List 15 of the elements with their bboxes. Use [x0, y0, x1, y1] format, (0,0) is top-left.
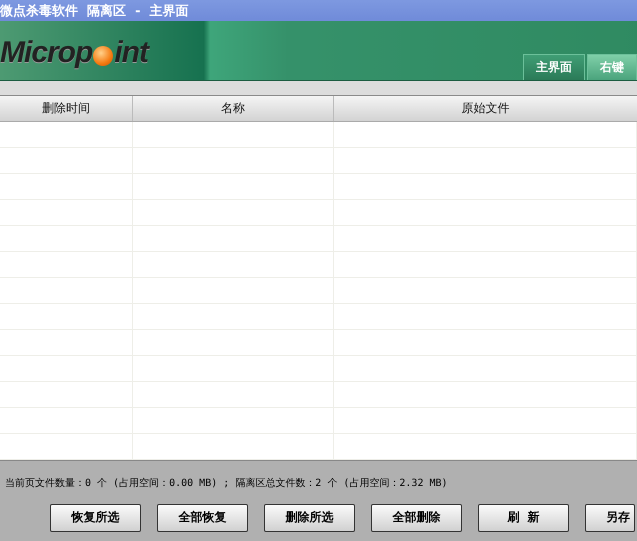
action-button[interactable]: 刷 新	[478, 504, 569, 532]
logo-text: int	[114, 36, 148, 70]
action-button[interactable]: 另存	[585, 504, 635, 532]
status-text: 当前页文件数量：0 个 (占用空间：0.00 MB) ; 隔离区总文件数：2 个 (占用空间：2.32 MB)	[4, 476, 449, 490]
action-button[interactable]: 全部删除	[371, 504, 462, 532]
action-button[interactable]: 恢复所选	[50, 504, 141, 532]
action-button[interactable]: 删除所选	[264, 504, 355, 532]
column-header[interactable]: 删除时间	[0, 96, 133, 121]
action-button[interactable]: 全部恢复	[157, 504, 248, 532]
window-title: 微点杀毒软件 隔离区 - 主界面	[0, 2, 189, 20]
ball-icon	[93, 46, 114, 66]
column-header[interactable]: 原始文件	[334, 96, 637, 121]
tab[interactable]: 主界面	[523, 54, 585, 80]
logo-text: Microp	[0, 36, 92, 70]
column-header[interactable]: 名称	[133, 96, 334, 121]
